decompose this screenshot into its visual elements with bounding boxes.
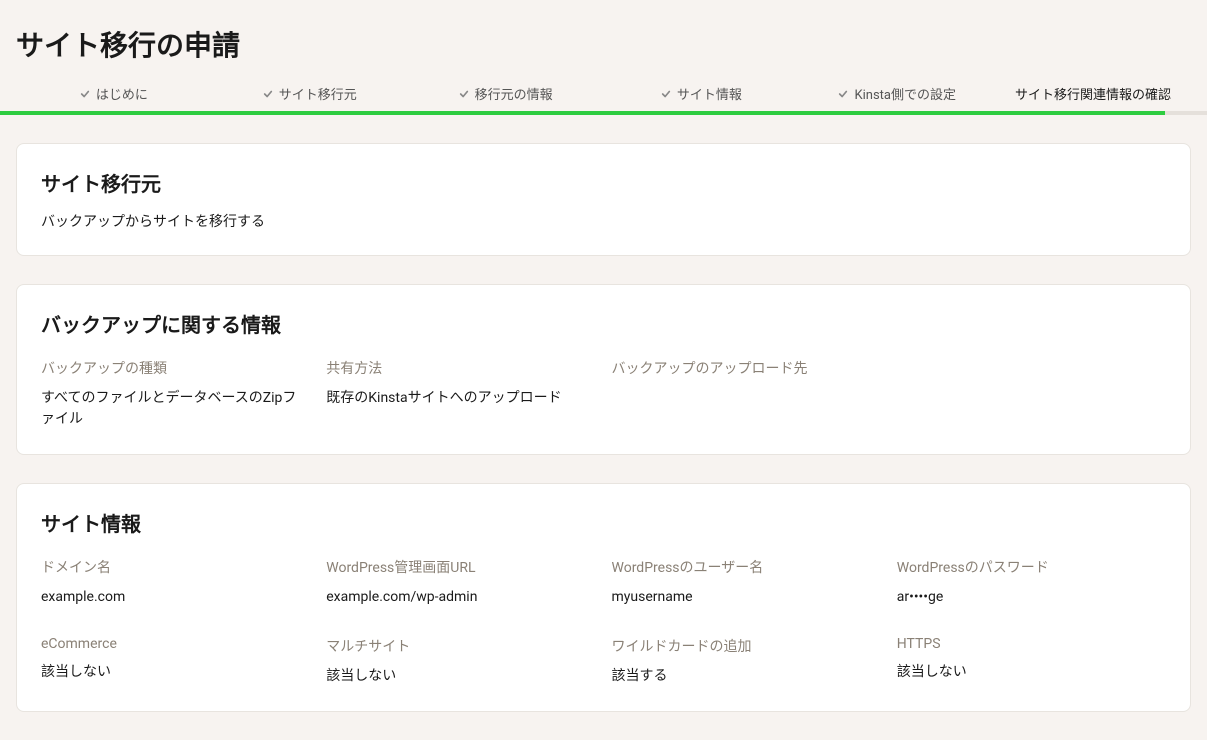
info-value: すべてのファイルとデータベースのZipファイル [41,388,310,430]
info-item-domain: ドメイン名 example.com [41,557,310,608]
step-label: Kinsta側での設定 [854,84,956,103]
progress-steps: はじめに サイト移行元 移行元の情報 サイト情報 Kinsta側での設定 サイト… [0,84,1207,111]
info-value: example.com/wp-admin [326,587,595,608]
step-confirm[interactable]: サイト移行関連情報の確認 [995,84,1191,103]
info-label: 共有方法 [326,358,595,378]
step-label: サイト移行元 [279,84,357,103]
info-item-wp-admin-url: WordPress管理画面URL example.com/wp-admin [326,557,595,608]
step-label: 移行元の情報 [475,84,553,103]
step-kinsta-settings[interactable]: Kinsta側での設定 [799,84,995,103]
backup-info-grid: バックアップの種類 すべてのファイルとデータベースのZipファイル 共有方法 既… [41,358,1166,430]
info-value: example.com [41,587,310,608]
info-label: バックアップの種類 [41,358,310,378]
info-value: 該当しない [897,662,1166,683]
info-label: バックアップのアップロード先 [612,358,881,378]
progress-fill [0,111,1165,115]
step-site-info[interactable]: サイト情報 [603,84,799,103]
info-label: マルチサイト [326,636,595,656]
card-body: バックアップからサイトを移行する [41,211,1166,231]
info-value: myusername [612,587,881,608]
info-item-wp-password: WordPressのパスワード ar••••ge [897,557,1166,608]
info-label: eCommerce [41,636,310,652]
page-title: サイト移行の申請 [0,0,1207,84]
card-backup-info: バックアップに関する情報 バックアップの種類 すべてのファイルとデータベースのZ… [16,284,1191,455]
site-info-grid: ドメイン名 example.com WordPress管理画面URL examp… [41,557,1166,687]
info-item-share-method: 共有方法 既存のKinstaサイトへのアップロード [326,358,595,430]
info-label: WordPressのユーザー名 [612,557,881,577]
info-item-https: HTTPS 該当しない [897,636,1166,687]
card-source: サイト移行元 バックアップからサイトを移行する [16,143,1191,256]
info-item-wp-username: WordPressのユーザー名 myusername [612,557,881,608]
step-label: はじめに [96,84,148,103]
card-title: バックアップに関する情報 [41,309,1166,338]
info-item-wildcard: ワイルドカードの追加 該当する [612,636,881,687]
check-icon [661,89,671,99]
info-item-backup-type: バックアップの種類 すべてのファイルとデータベースのZipファイル [41,358,310,430]
info-label: WordPressのパスワード [897,557,1166,577]
info-item-upload-dest: バックアップのアップロード先 [612,358,881,430]
card-title: サイト移行元 [41,168,1166,197]
progress-bar [0,111,1207,115]
step-label: サイト情報 [677,84,742,103]
info-item-ecommerce: eCommerce 該当しない [41,636,310,687]
info-value: ar••••ge [897,587,1166,608]
info-label: HTTPS [897,636,1166,652]
step-intro[interactable]: はじめに [16,84,212,103]
info-value: 既存のKinstaサイトへのアップロード [326,388,595,409]
step-source[interactable]: サイト移行元 [212,84,408,103]
step-source-info[interactable]: 移行元の情報 [408,84,604,103]
card-site-info: サイト情報 ドメイン名 example.com WordPress管理画面URL… [16,483,1191,712]
info-item-multisite: マルチサイト 該当しない [326,636,595,687]
card-title: サイト情報 [41,508,1166,537]
info-value: 該当しない [41,662,310,683]
info-label: WordPress管理画面URL [326,557,595,577]
check-icon [838,89,848,99]
info-label: ドメイン名 [41,557,310,577]
check-icon [263,89,273,99]
info-label: ワイルドカードの追加 [612,636,881,656]
check-icon [459,89,469,99]
step-label: サイト移行関連情報の確認 [1015,84,1171,103]
check-icon [80,89,90,99]
